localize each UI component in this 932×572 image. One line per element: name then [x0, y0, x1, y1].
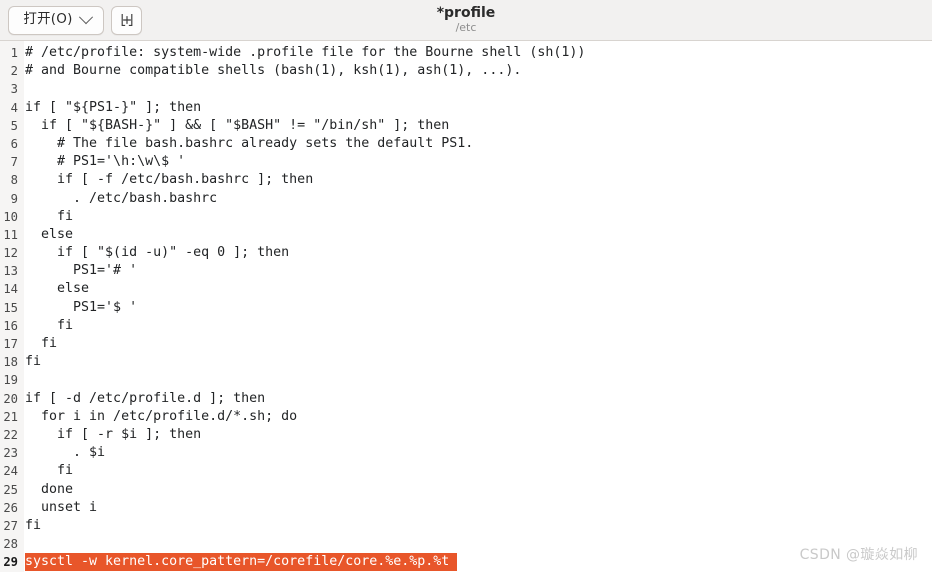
line-text[interactable]: # /etc/profile: system-wide .profile fil… [21, 44, 585, 62]
line-number: 11 [3, 227, 18, 242]
line-number: 25 [3, 482, 18, 497]
line-text[interactable]: if [ "$(id -u)" -eq 0 ]; then [21, 244, 289, 262]
line-text[interactable]: fi [21, 517, 41, 535]
line-text[interactable]: . /etc/bash.bashrc [21, 190, 217, 208]
line-text[interactable]: fi [21, 353, 41, 371]
code-line[interactable]: 8 if [ -f /etc/bash.bashrc ]; then [0, 171, 932, 189]
line-text[interactable]: fi [21, 208, 73, 226]
open-file-button[interactable]: 打开(O) [8, 5, 104, 35]
line-text[interactable]: # PS1='\h:\w\$ ' [21, 153, 185, 171]
code-line[interactable]: 27 fi [0, 517, 932, 535]
code-line[interactable]: 2 # and Bourne compatible shells (bash(1)… [0, 62, 932, 80]
code-line[interactable]: 16 fi [0, 317, 932, 335]
code-line[interactable]: 3 [0, 80, 932, 98]
line-text[interactable]: done [21, 481, 73, 499]
code-line[interactable]: 7 # PS1='\h:\w\$ ' [0, 153, 932, 171]
page-title: *profile [436, 4, 496, 21]
code-line[interactable]: 14 else [0, 280, 932, 298]
line-text[interactable]: sysctl -w kernel.core_pattern=/corefile/… [25, 553, 450, 572]
line-number: 19 [3, 373, 18, 388]
page-subtitle-path: /etc [455, 21, 477, 35]
line-number: 22 [3, 427, 18, 442]
code-line[interactable]: 23 . $i [0, 444, 932, 462]
line-text[interactable]: fi [21, 317, 73, 335]
code-line[interactable]: 26 unset i [0, 499, 932, 517]
code-line[interactable]: 9 . /etc/bash.bashrc [0, 190, 932, 208]
code-line[interactable]: 10 fi [0, 208, 932, 226]
line-number: 6 [10, 136, 18, 151]
code-line[interactable]: 4 if [ "${PS1-}" ]; then [0, 99, 932, 117]
line-number: 14 [3, 282, 18, 297]
code-line[interactable]: 13 PS1='# ' [0, 262, 932, 280]
chevron-down-icon [78, 10, 93, 25]
line-text[interactable]: # The file bash.bashrc already sets the … [21, 135, 473, 153]
line-text[interactable]: fi [21, 462, 73, 480]
code-line[interactable]: 6 # The file bash.bashrc already sets th… [0, 135, 932, 153]
code-line[interactable]: 24 fi [0, 462, 932, 480]
watermark: CSDN @璇焱如柳 [799, 547, 918, 563]
line-text[interactable]: PS1='# ' [21, 262, 137, 280]
text-editor[interactable]: 1 # /etc/profile: system-wide .profile fi… [0, 41, 932, 572]
line-number: 20 [3, 391, 18, 406]
line-number: 3 [10, 82, 18, 97]
line-number: 21 [3, 409, 18, 424]
line-number: 9 [10, 191, 18, 206]
line-number: 7 [10, 155, 18, 170]
code-line[interactable]: 15 PS1='$ ' [0, 299, 932, 317]
line-text[interactable]: else [21, 280, 89, 298]
line-number: 12 [3, 246, 18, 261]
code-line[interactable]: 22 if [ -r $i ]; then [0, 426, 932, 444]
header-bar: 打开(O) *profile /etc [0, 0, 932, 41]
line-number: 23 [3, 446, 18, 461]
code-line[interactable]: 17 fi [0, 335, 932, 353]
header-left-controls: 打开(O) [8, 5, 142, 35]
line-text[interactable]: PS1='$ ' [21, 299, 137, 317]
open-file-button-label: 打开(O) [23, 11, 73, 28]
line-text[interactable]: if [ -d /etc/profile.d ]; then [21, 390, 265, 408]
line-text[interactable]: for i in /etc/profile.d/*.sh; do [21, 408, 297, 426]
line-text[interactable]: else [21, 226, 73, 244]
line-number: 15 [3, 300, 18, 315]
code-content[interactable]: 1 # /etc/profile: system-wide .profile fi… [0, 41, 932, 572]
line-text[interactable]: fi [21, 335, 57, 353]
code-line[interactable]: 19 [0, 371, 932, 389]
line-number: 24 [3, 464, 18, 479]
line-number: 28 [3, 537, 18, 552]
line-text[interactable]: . $i [21, 444, 105, 462]
line-number: 5 [10, 118, 18, 133]
code-line[interactable]: 21 for i in /etc/profile.d/*.sh; do [0, 408, 932, 426]
line-number: 29 [3, 555, 18, 570]
code-line[interactable]: 1 # /etc/profile: system-wide .profile fi… [0, 44, 932, 62]
line-number: 2 [10, 64, 18, 79]
code-line[interactable]: 28 [0, 535, 932, 553]
code-line[interactable]: 25 done [0, 481, 932, 499]
line-number: 16 [3, 318, 18, 333]
line-text[interactable]: if [ -f /etc/bash.bashrc ]; then [21, 171, 313, 189]
code-line[interactable]: 12 if [ "$(id -u)" -eq 0 ]; then [0, 244, 932, 262]
line-number: 10 [3, 209, 18, 224]
line-number: 4 [10, 100, 18, 115]
line-number: 13 [3, 264, 18, 279]
line-text[interactable]: if [ "${BASH-}" ] && [ "$BASH" != "/bin/… [21, 117, 449, 135]
line-number: 26 [3, 500, 18, 515]
line-text[interactable]: if [ "${PS1-}" ]; then [21, 99, 201, 117]
line-number: 18 [3, 355, 18, 370]
line-number: 1 [10, 46, 18, 60]
code-line[interactable]: 20 if [ -d /etc/profile.d ]; then [0, 390, 932, 408]
line-number: 17 [3, 337, 18, 351]
new-tab-button[interactable] [111, 5, 142, 35]
line-text[interactable]: if [ -r $i ]; then [21, 426, 201, 444]
code-line[interactable]: 29 sysctl -w kernel.core_pattern=/corefil… [0, 553, 932, 572]
code-line[interactable]: 11 else [0, 226, 932, 244]
new-tab-icon [119, 12, 135, 28]
line-number: 27 [3, 518, 18, 533]
line-text[interactable]: # and Bourne compatible shells (bash(1),… [21, 62, 521, 80]
line-text[interactable]: unset i [21, 499, 97, 517]
line-number: 8 [10, 173, 18, 188]
code-line[interactable]: 18 fi [0, 353, 932, 371]
code-line[interactable]: 5 if [ "${BASH-}" ] && [ "$BASH" != "/bi… [0, 117, 932, 135]
